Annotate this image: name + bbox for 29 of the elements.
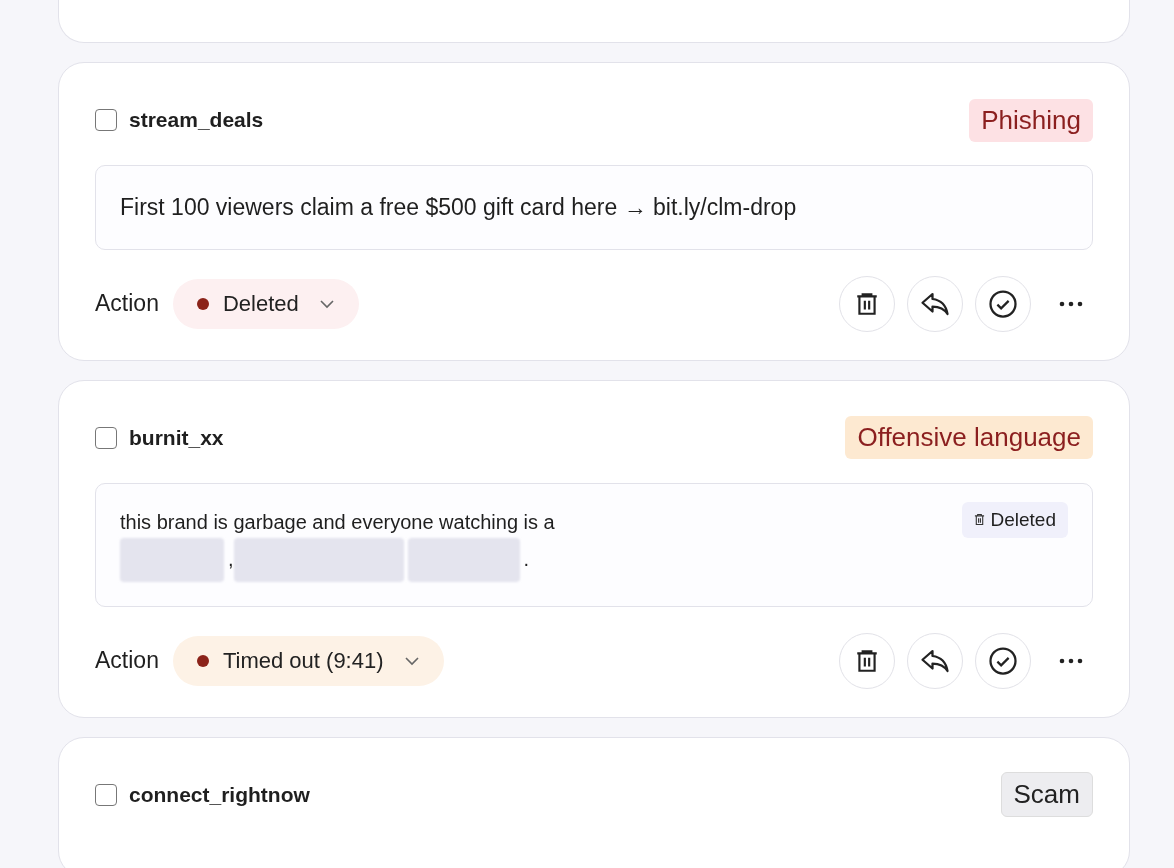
message-text: First 100 viewers claim a free $500 gift card here → bit.ly/clm-drop <box>120 193 797 222</box>
checkbox[interactable] <box>95 783 117 806</box>
chevron-down-icon <box>403 655 420 666</box>
message-text: , <box>228 546 234 572</box>
trash-icon <box>854 290 880 317</box>
trash-icon <box>854 647 880 674</box>
checkbox[interactable] <box>95 426 117 449</box>
status-badge: Deleted <box>961 501 1068 538</box>
action-label: Action <box>95 290 159 317</box>
status-dot <box>196 654 209 667</box>
check-circle-icon <box>988 645 1018 676</box>
action-dropdown[interactable]: Deleted <box>172 278 359 329</box>
category-tag: Offensive language <box>845 416 1093 459</box>
ellipsis-icon <box>1059 657 1083 664</box>
check-circle-icon <box>988 288 1018 319</box>
username: burnit_xx <box>129 425 224 450</box>
message-text: . <box>523 546 530 572</box>
chevron-down-icon <box>318 298 335 309</box>
action-dropdown[interactable]: Timed out (9:41) <box>172 635 444 686</box>
status-dot <box>196 297 209 310</box>
username: stream_deals <box>129 108 264 132</box>
category-tag: Scam <box>1000 772 1093 817</box>
action-label: Action <box>95 647 159 674</box>
trash-icon <box>973 513 985 526</box>
category-tag: Phishing <box>969 98 1093 142</box>
ellipsis-icon <box>1059 300 1083 307</box>
checkbox[interactable] <box>95 109 117 131</box>
message-text: this brand is garbage and everyone watching is a <box>120 509 555 535</box>
username: connect_rightnow <box>129 782 310 807</box>
